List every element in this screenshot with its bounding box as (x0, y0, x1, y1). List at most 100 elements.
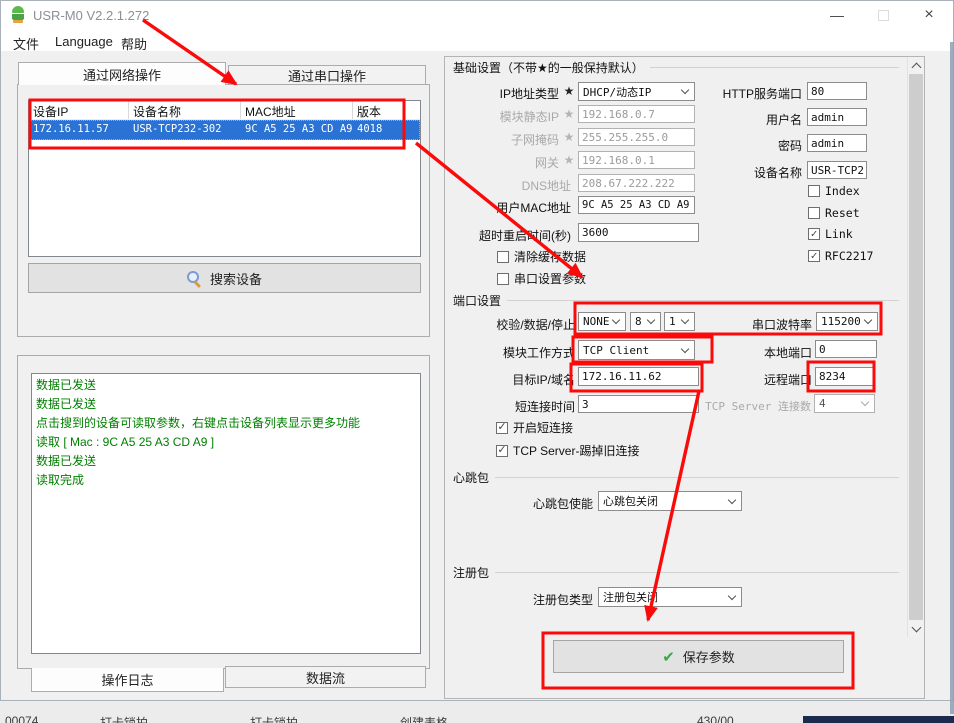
tab-operation-log[interactable]: 操作日志 (31, 668, 224, 692)
rfc2217-label: RFC2217 (825, 249, 873, 263)
register-type-select[interactable]: 注册包关闭 (598, 587, 742, 607)
kick-old-conn-label: TCP Server-踢掉旧连接 (513, 442, 639, 459)
label-work-mode: 模块工作方式 (453, 344, 575, 361)
heartbeat-value: 心跳包关闭 (603, 493, 658, 509)
user-mac-input[interactable] (578, 196, 695, 214)
basic-settings-title: 基础设置（不带★的一般保持默认） (453, 59, 644, 76)
password-input[interactable] (807, 134, 867, 152)
checkbox-icon (808, 185, 820, 197)
chevron-down-icon (728, 495, 736, 503)
label-device-name: 设备名称 (691, 164, 802, 181)
static-ip-input[interactable] (578, 105, 695, 123)
link-checkbox[interactable]: Link (808, 227, 853, 241)
minimize-icon: — (830, 7, 844, 23)
serial-param-checkbox[interactable]: 串口设置参数 (497, 270, 586, 287)
remote-port-input[interactable] (815, 367, 874, 386)
clear-cache-label: 清除缓存数据 (514, 248, 586, 265)
databits-select[interactable]: 8 (630, 312, 661, 331)
menu-help[interactable]: 帮助 (117, 32, 151, 55)
column-device-name[interactable]: 设备名称 (129, 101, 241, 119)
index-checkbox[interactable]: Index (808, 184, 860, 198)
window-title: USR-M0 V2.2.1.272 (33, 8, 149, 23)
background-fragment: 00074 (5, 714, 38, 723)
star-icon: ★ (560, 153, 578, 167)
scroll-up-button[interactable] (908, 57, 924, 74)
device-row-selected[interactable]: 172.16.11.57 USR-TCP232-302 9C A5 25 A3 … (29, 120, 420, 140)
log-line: 数据已发送 (36, 452, 416, 471)
log-line: 数据已发送 (36, 376, 416, 395)
link-label: Link (825, 227, 853, 241)
label-gateway: 网关 (431, 154, 559, 171)
label-short-conn-time: 短连接时间 (453, 398, 575, 415)
column-mac[interactable]: MAC地址 (241, 101, 353, 119)
label-dns: DNS地址 (431, 177, 571, 194)
reboot-timeout-input[interactable] (578, 223, 699, 242)
close-button[interactable]: × (906, 1, 952, 29)
scroll-up-icon (911, 62, 921, 72)
column-version[interactable]: 版本 (353, 101, 420, 119)
parity-select[interactable]: NONE (578, 312, 626, 331)
register-type-value: 注册包关闭 (603, 589, 658, 605)
device-name-input[interactable] (807, 161, 867, 179)
save-params-button[interactable]: ✔ 保存参数 (553, 640, 844, 673)
http-port-input[interactable] (807, 82, 867, 100)
baud-rate-select[interactable]: 115200 (816, 312, 878, 331)
index-label: Index (825, 184, 860, 198)
background-fragment: 430/00 (697, 714, 734, 723)
heartbeat-select[interactable]: 心跳包关闭 (598, 491, 742, 511)
work-mode-select[interactable]: TCP Client (578, 340, 695, 360)
scroll-down-icon (911, 622, 921, 632)
scroll-down-button[interactable] (908, 620, 924, 637)
databits-value: 8 (635, 315, 642, 328)
chevron-down-icon (728, 591, 736, 599)
username-input[interactable] (807, 108, 867, 126)
short-conn-time-input[interactable] (578, 395, 699, 413)
tcpserver-conn-select[interactable]: 4 (814, 394, 875, 413)
menu-file[interactable]: 文件 (9, 32, 43, 55)
label-remote-port: 远程端口 (741, 371, 812, 388)
save-params-label: 保存参数 (683, 647, 735, 666)
subnet-mask-input[interactable] (578, 128, 695, 146)
kick-old-conn-checkbox[interactable]: TCP Server-踢掉旧连接 (496, 442, 639, 459)
gateway-input[interactable] (578, 151, 695, 169)
tcpserver-conn-value: 4 (819, 397, 826, 410)
reset-checkbox[interactable]: Reset (808, 206, 860, 220)
log-line: 数据已发送 (36, 395, 416, 414)
ip-type-value: DHCP/动态IP (583, 84, 651, 100)
rfc2217-checkbox[interactable]: RFC2217 (808, 249, 873, 263)
ip-type-select[interactable]: DHCP/动态IP (578, 82, 695, 101)
menu-bar: 文件 Language 帮助 (1, 29, 953, 51)
background-window-edge (950, 42, 954, 714)
tab-network-operate[interactable]: 通过网络操作 (18, 62, 226, 85)
stopbits-select[interactable]: 1 (664, 312, 695, 331)
operation-log[interactable]: 数据已发送 数据已发送 点击搜到的设备可读取参数，右键点击设备列表显示更多功能 … (31, 373, 421, 654)
tab-serial-operate[interactable]: 通过串口操作 (228, 65, 426, 85)
local-port-input[interactable] (815, 340, 877, 358)
chevron-down-icon (612, 316, 620, 324)
checkbox-checked-icon (808, 228, 820, 240)
settings-scrollbar[interactable] (907, 57, 924, 637)
minimize-button[interactable]: — (814, 1, 860, 29)
chevron-down-icon (647, 316, 655, 324)
search-device-button[interactable]: 搜索设备 (28, 263, 421, 293)
scrollbar-thumb[interactable] (909, 74, 923, 620)
target-ip-input[interactable] (578, 367, 699, 386)
maximize-button[interactable] (860, 1, 906, 29)
device-ip: 172.16.11.57 (29, 120, 129, 140)
star-icon: ★ (560, 107, 578, 121)
log-line: 点击搜到的设备可读取参数，右键点击设备列表显示更多功能 (36, 414, 416, 433)
register-title: 注册包 (453, 564, 489, 581)
menu-language[interactable]: Language (51, 32, 117, 51)
enable-short-conn-checkbox[interactable]: 开启短连接 (496, 419, 573, 436)
label-static-ip: 模块静态IP (431, 108, 559, 125)
search-device-label: 搜索设备 (210, 269, 262, 288)
dns-input[interactable] (578, 174, 695, 192)
label-baud-rate: 串口波特率 (741, 316, 812, 333)
clear-cache-checkbox[interactable]: 清除缓存数据 (497, 248, 586, 265)
label-user-mac: 用户MAC地址 (431, 199, 571, 216)
port-settings-title: 端口设置 (453, 292, 501, 309)
check-icon: ✔ (662, 648, 675, 666)
column-device-ip[interactable]: 设备IP (29, 101, 129, 119)
tab-data-stream[interactable]: 数据流 (225, 666, 426, 688)
device-table: 设备IP 设备名称 MAC地址 版本 172.16.11.57 USR-TCP2… (28, 100, 421, 257)
